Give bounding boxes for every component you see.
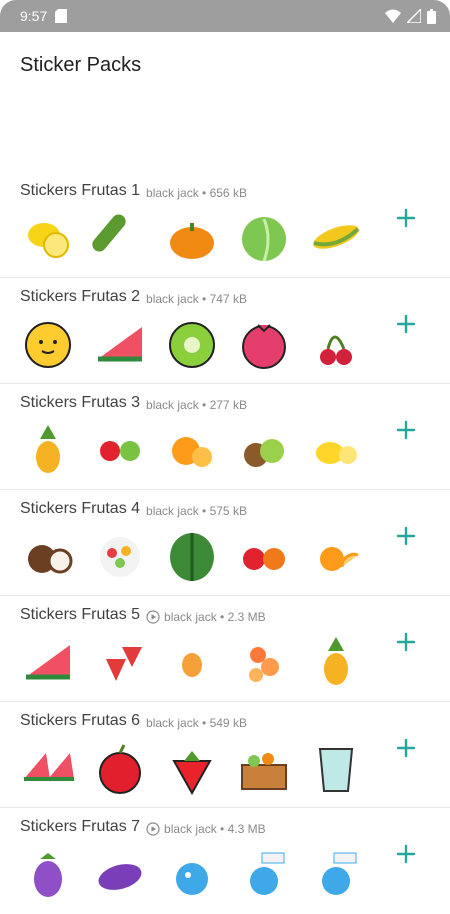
pomegranate-face-sticker — [236, 315, 292, 371]
animated-pack-icon — [146, 822, 160, 836]
kiwis-sticker — [236, 421, 292, 477]
pack-meta: black jack • 656 kB — [146, 186, 247, 200]
watermelon-slices-sticker — [20, 739, 76, 795]
cell-signal-icon — [407, 9, 421, 23]
orange-face-sticker — [20, 315, 76, 371]
add-to-whatsapp-button[interactable] — [392, 840, 420, 868]
watermelon-slice-sticker — [92, 315, 148, 371]
sticker-pack-item[interactable]: Stickers Frutas 3 black jack • 277 kB — [0, 384, 450, 490]
status-bar: 9:57 — [0, 0, 450, 32]
app-header: Sticker Packs — [0, 32, 450, 172]
coconut-sticker — [20, 527, 76, 583]
pack-meta: black jack • 549 kB — [146, 716, 247, 730]
pack-name: Stickers Frutas 2 — [20, 288, 141, 305]
battery-icon — [427, 8, 436, 24]
fruit-salad-sticker — [92, 527, 148, 583]
add-to-whatsapp-button[interactable] — [392, 628, 420, 656]
cucumber-sticker — [92, 209, 148, 265]
sticker-pack-item[interactable]: Stickers Frutas 2 black jack • 747 kB — [0, 278, 450, 384]
sticker-preview-row — [20, 630, 450, 692]
pack-name: Stickers Frutas 1 — [20, 182, 141, 199]
add-icon — [396, 208, 416, 228]
pumpkin-sticker — [164, 209, 220, 265]
add-icon — [396, 420, 416, 440]
lemon-sticker — [20, 209, 76, 265]
status-time: 9:57 — [20, 8, 48, 24]
add-icon — [396, 844, 416, 864]
blue-bird-sign-sticker — [236, 845, 292, 901]
pack-name: Stickers Frutas 6 — [20, 712, 141, 729]
pineapple-sticker — [308, 633, 364, 689]
strawberry-sticker — [164, 739, 220, 796]
eggplant-lying-sticker — [92, 845, 148, 901]
add-to-whatsapp-button[interactable] — [392, 522, 420, 550]
pack-name: Stickers Frutas 3 — [20, 394, 141, 411]
blue-bird-sticker — [164, 845, 220, 901]
sticker-preview-row — [20, 418, 450, 480]
sticker-pack-item[interactable]: Stickers Frutas 4 black jack • 575 kB — [0, 490, 450, 596]
cherries-pair-sticker — [236, 527, 292, 583]
sticker-preview-row — [20, 312, 450, 374]
add-to-whatsapp-button[interactable] — [392, 310, 420, 338]
sticker-pack-list: Stickers Frutas 1 black jack • 656 kB St… — [0, 172, 450, 914]
sticker-pack-item[interactable]: Stickers Frutas 6 black jack • 549 kB — [0, 702, 450, 808]
eggplant-sticker — [20, 845, 76, 901]
peach-pieces-sticker — [236, 633, 292, 689]
mango-sticker — [164, 633, 220, 689]
pack-name: Stickers Frutas 7 — [20, 818, 141, 835]
orange-slices-sticker — [308, 527, 364, 583]
pack-meta: black jack • 747 kB — [146, 292, 247, 306]
page-title: Sticker Packs — [20, 54, 142, 76]
sticker-preview-row — [20, 206, 450, 268]
watermelon-slice-sticker — [20, 633, 76, 689]
add-to-whatsapp-button[interactable] — [392, 204, 420, 232]
vegetable-crate-sticker — [236, 739, 292, 795]
add-icon — [396, 738, 416, 758]
sim-card-icon — [55, 9, 68, 23]
apples-sticker — [92, 421, 148, 477]
pack-name: Stickers Frutas 5 — [20, 606, 141, 623]
watermelon-sticker — [164, 527, 220, 583]
oranges-sticker — [164, 421, 220, 477]
sticker-pack-item[interactable]: Stickers Frutas 1 black jack • 656 kB — [0, 172, 450, 278]
sticker-pack-item[interactable]: Stickers Frutas 5 black jack • 2.3 MB — [0, 596, 450, 702]
pack-meta: black jack • 2.3 MB — [164, 610, 266, 624]
kiwi-face-sticker — [164, 315, 220, 371]
water-glass-sticker — [308, 739, 364, 795]
corn-sticker — [308, 209, 364, 265]
cabbage-sticker — [236, 209, 292, 265]
add-icon — [396, 314, 416, 334]
blue-bird-sign-sticker — [308, 845, 364, 901]
lemons-sticker — [308, 421, 364, 477]
pack-name: Stickers Frutas 4 — [20, 500, 141, 517]
cherries-sticker — [308, 315, 364, 371]
add-to-whatsapp-button[interactable] — [392, 734, 420, 762]
add-to-whatsapp-button[interactable] — [392, 416, 420, 444]
wifi-icon — [385, 9, 401, 23]
sticker-pack-item[interactable]: Stickers Frutas 7 black jack • 4.3 MB — [0, 808, 450, 914]
strawberries-sticker — [92, 633, 148, 689]
sticker-preview-row — [20, 842, 450, 904]
pack-meta: black jack • 575 kB — [146, 504, 247, 518]
red-apple-sticker — [92, 739, 148, 795]
add-icon — [396, 632, 416, 652]
add-icon — [396, 526, 416, 546]
pineapple-sticker — [20, 421, 76, 477]
sticker-preview-row — [20, 736, 450, 798]
pack-meta: black jack • 277 kB — [146, 398, 247, 412]
sticker-preview-row — [20, 524, 450, 586]
pack-meta: black jack • 4.3 MB — [164, 822, 266, 836]
animated-pack-icon — [146, 610, 160, 624]
